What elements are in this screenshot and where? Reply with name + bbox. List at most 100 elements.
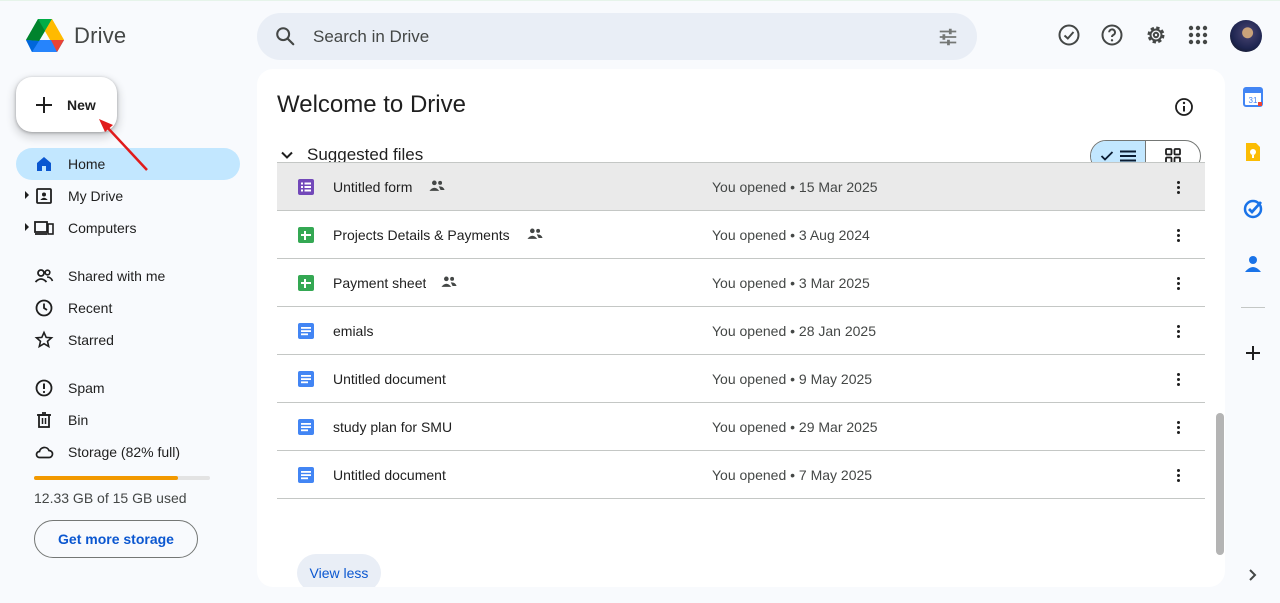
sidebar-item-computers[interactable]: Computers (16, 212, 240, 244)
sidebar-item-shared-with-me[interactable]: Shared with me (16, 260, 240, 292)
sidebar-item-my-drive[interactable]: My Drive (16, 180, 240, 212)
sidebar-item-bin[interactable]: Bin (16, 404, 240, 436)
more-actions-icon[interactable] (1172, 225, 1184, 245)
sidebar-item-label: Shared with me (68, 268, 166, 284)
view-less-button[interactable]: View less (297, 554, 381, 587)
file-activity: You opened • 3 Mar 2025 (712, 275, 870, 291)
storage-progress-fill (34, 476, 179, 480)
sidebar-item-spam[interactable]: Spam (16, 372, 240, 404)
help-icon[interactable] (1099, 22, 1125, 48)
home-icon (37, 157, 51, 171)
forms-file-icon (297, 178, 315, 196)
rail-divider (1241, 307, 1265, 308)
trash-icon (37, 412, 51, 428)
sidebar-item-home[interactable]: Home (16, 148, 240, 180)
sidebar-item-label: Bin (68, 412, 89, 428)
search-input[interactable] (313, 13, 873, 60)
sidebar-item-label: Storage (82% full) (68, 444, 181, 460)
more-actions-icon[interactable] (1172, 465, 1184, 485)
more-actions-icon[interactable] (1172, 273, 1184, 293)
file-activity: You opened • 9 May 2025 (712, 371, 873, 387)
info-icon[interactable] (1174, 97, 1194, 117)
search-options-icon[interactable] (937, 26, 959, 48)
shared-people-icon (527, 227, 543, 243)
new-button[interactable]: New (16, 77, 117, 132)
drive-logo[interactable]: Drive (26, 19, 126, 53)
more-actions-icon[interactable] (1172, 177, 1184, 197)
storage-progress-bar (34, 476, 210, 480)
more-actions-icon[interactable] (1172, 321, 1184, 341)
sidebar-item-label: Starred (68, 332, 114, 348)
file-activity: You opened • 29 Mar 2025 (712, 419, 878, 435)
file-activity: You opened • 15 Mar 2025 (712, 179, 878, 195)
cloud-icon (35, 446, 54, 459)
calendar-icon[interactable]: 31 (1242, 86, 1264, 108)
app-name: Drive (74, 23, 127, 48)
sidebar-item-label: Home (68, 156, 106, 172)
tasks-icon[interactable] (1242, 197, 1264, 219)
settings-gear-icon[interactable] (1143, 22, 1169, 48)
file-row[interactable]: Untitled form You opened • 15 Mar 2025 (277, 163, 1205, 211)
scrollbar[interactable] (1216, 413, 1224, 555)
sidebar-item-label: My Drive (68, 188, 124, 204)
main-content: Welcome to Drive Suggested files The Com… (257, 69, 1225, 587)
docs-file-icon (297, 322, 315, 340)
get-more-storage-button[interactable]: Get more storage (34, 520, 198, 558)
people-icon (34, 269, 54, 283)
clock-icon (35, 299, 53, 317)
file-row[interactable]: emials You opened • 28 Jan 2025 (277, 307, 1205, 355)
sidebar-item-recent[interactable]: Recent (16, 292, 240, 324)
expand-caret-icon[interactable] (25, 223, 29, 231)
account-avatar[interactable] (1230, 20, 1262, 52)
file-row[interactable]: study plan for SMU You opened • 29 Mar 20… (277, 403, 1205, 451)
sheets-file-icon (297, 274, 315, 292)
file-name: Payment sheet (333, 275, 427, 291)
file-name: study plan for SMU (333, 419, 453, 435)
file-row[interactable]: Untitled document You opened • 9 May 2025 (277, 355, 1205, 403)
computers-icon (34, 221, 54, 235)
sidebar-item-starred[interactable]: Starred (16, 324, 240, 356)
file-name: Untitled document (333, 371, 446, 387)
drive-logo-icon (26, 19, 64, 52)
docs-file-icon (297, 370, 315, 388)
chevron-right-icon[interactable] (1242, 564, 1264, 586)
shared-people-icon (441, 275, 457, 291)
sheets-file-icon (297, 226, 315, 244)
file-name: emials (333, 323, 374, 339)
apps-grid-icon[interactable] (1185, 22, 1211, 48)
my-drive-icon (36, 188, 52, 204)
contacts-icon[interactable] (1242, 253, 1264, 275)
file-activity: You opened • 3 Aug 2024 (712, 227, 870, 243)
file-name: Projects Details & Payments (333, 227, 510, 243)
file-row[interactable]: Payment sheet You opened • 3 Mar 2025 (277, 259, 1205, 307)
file-row[interactable]: Untitled document You opened • 7 May 2025 (277, 451, 1205, 499)
top-border (0, 0, 1280, 4)
file-activity: You opened • 28 Jan 2025 (712, 323, 876, 339)
page-title: Welcome to Drive (277, 91, 466, 118)
spam-icon (35, 379, 53, 397)
add-addon-plus-icon[interactable] (1242, 342, 1264, 364)
expand-caret-icon[interactable] (25, 191, 29, 199)
ready-for-offline-icon[interactable] (1056, 22, 1082, 48)
sidebar-item-label: Spam (68, 380, 105, 396)
sidebar-item-label: Recent (68, 300, 113, 316)
file-activity: You opened • 7 May 2025 (712, 467, 873, 483)
file-name: Untitled document (333, 467, 446, 483)
file-name: Untitled form (333, 179, 413, 195)
keep-icon[interactable] (1242, 141, 1264, 163)
docs-file-icon (297, 418, 315, 436)
shared-people-icon (429, 179, 445, 195)
svg-text:31: 31 (1249, 96, 1258, 105)
suggested-files-list: The Complete Guide of Spotify Wrapped Po… (277, 157, 1205, 543)
plus-icon (36, 96, 52, 113)
file-row[interactable]: Projects Details & Payments You opened • … (277, 211, 1205, 259)
search-icon[interactable] (274, 25, 296, 47)
more-actions-icon[interactable] (1172, 417, 1184, 437)
sidebar-item-storage[interactable]: Storage (82% full) (16, 436, 240, 468)
sidebar-item-label: Computers (68, 220, 137, 236)
more-actions-icon[interactable] (1172, 369, 1184, 389)
new-button-label: New (67, 96, 96, 113)
storage-used-text: 12.33 GB of 15 GB used (34, 490, 187, 506)
search-bar[interactable] (257, 13, 977, 60)
docs-file-icon (297, 466, 315, 484)
